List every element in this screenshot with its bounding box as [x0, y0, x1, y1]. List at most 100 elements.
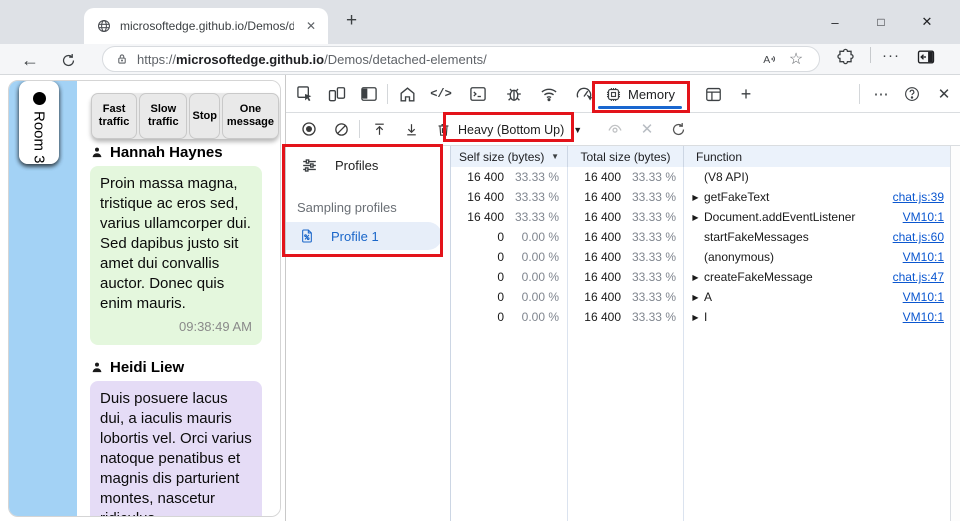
sidebar-toggle-button[interactable] [916, 47, 936, 67]
profile-item-selected[interactable]: Profile 1 [286, 222, 442, 250]
source-link[interactable]: chat.js:60 [893, 230, 944, 244]
load-profile-button[interactable] [368, 118, 390, 140]
tab-welcome-home-icon[interactable] [396, 83, 418, 105]
room-tab[interactable]: Room 3 [19, 81, 59, 164]
svg-text:A: A [763, 54, 770, 66]
clear-profiles-button[interactable] [330, 118, 352, 140]
traffic-button[interactable]: Stop [189, 93, 220, 139]
column-header-total-size[interactable]: Total size (bytes) [568, 146, 684, 167]
expand-arrow-icon[interactable]: ▶ [689, 193, 702, 202]
source-link[interactable]: VM10:1 [903, 250, 944, 264]
total-size-value: 16 400 [584, 310, 621, 324]
profile-data-table: Self size (bytes) ▼ Total size (bytes) F… [450, 146, 950, 521]
table-row[interactable]: 16 400 33.33 % 16 400 33.33 % ▶ Document… [451, 207, 950, 227]
exclude-function-button[interactable]: ✕ [636, 118, 658, 140]
traffic-button[interactable]: One message [221, 93, 279, 139]
sampling-profiles-label: Sampling profiles [297, 200, 397, 215]
tab-performance-gauge-icon[interactable] [573, 83, 595, 105]
table-row[interactable]: 0 0.00 % 16 400 33.33 % ▶ startFakeMessa… [451, 227, 950, 247]
tab-elements-code-icon[interactable]: </> [430, 83, 452, 105]
source-link[interactable]: VM10:1 [903, 310, 944, 324]
toolbar-divider [859, 84, 860, 104]
inspect-button[interactable] [294, 83, 316, 105]
device-emulation-button[interactable] [326, 83, 348, 105]
total-size-percent: 33.33 % [631, 250, 676, 264]
tab-console-icon[interactable] [467, 83, 489, 105]
message-list[interactable]: Hannah Haynes Proin massa magna, tristiq… [90, 143, 277, 516]
tab-application-icon[interactable] [702, 83, 724, 105]
browser-menu-button[interactable]: ··· [874, 47, 908, 64]
table-row[interactable]: 0 0.00 % 16 400 33.33 % ▶ createFakeMess… [451, 267, 950, 287]
favorite-star-button[interactable]: ☆ [783, 49, 809, 69]
read-aloud-button[interactable]: A [757, 50, 783, 68]
self-size-percent: 0.00 % [521, 290, 559, 304]
message-time: 09:38:49 AM [179, 319, 252, 334]
minimize-button[interactable]: – [812, 15, 858, 30]
chat-message: Heidi Liew Duis posuere lacus dui, a iac… [90, 358, 277, 516]
refresh-button[interactable] [55, 47, 81, 73]
devtools-close-button[interactable]: ✕ [933, 83, 955, 105]
read-aloud-icon: A [763, 54, 775, 66]
traffic-button[interactable]: Slow traffic [139, 93, 188, 139]
maximize-button[interactable]: □ [858, 15, 904, 29]
profiles-header[interactable]: Profiles [300, 156, 378, 175]
message-author: Heidi Liew [110, 358, 185, 376]
table-row[interactable]: 0 0.00 % 16 400 33.33 % ▶ I VM10:1 [451, 307, 950, 327]
source-link[interactable]: chat.js:39 [893, 190, 944, 204]
tab-sources-bug-icon[interactable] [503, 83, 525, 105]
expand-arrow-icon[interactable]: ▶ [689, 293, 702, 302]
function-name: A [704, 290, 713, 304]
total-size-value: 16 400 [584, 190, 621, 204]
total-size-percent: 33.33 % [631, 210, 676, 224]
total-size-percent: 33.33 % [631, 270, 676, 284]
toolbar-divider [359, 120, 360, 138]
table-scrollbar[interactable] [950, 146, 960, 521]
table-row[interactable]: 0 0.00 % 16 400 33.33 % ▶ A VM10:1 [451, 287, 950, 307]
save-profile-button[interactable] [400, 118, 422, 140]
column-header-self-size[interactable]: Self size (bytes) ▼ [451, 146, 568, 167]
more-tabs-button[interactable]: + [735, 83, 757, 105]
focus-selected-button[interactable] [604, 118, 626, 140]
total-size-percent: 33.33 % [631, 290, 676, 304]
window-close-button[interactable]: ✕ [904, 14, 950, 30]
column-header-function[interactable]: Function [684, 146, 950, 167]
self-size-percent: 33.33 % [514, 170, 559, 184]
expand-arrow-icon[interactable]: ▶ [689, 213, 702, 222]
table-row[interactable]: 0 0.00 % 16 400 33.33 % ▶ (anonymous) [451, 247, 950, 267]
toolbar-divider [387, 84, 388, 104]
toolbar-divider [870, 47, 871, 63]
tab-title: microsoftedge.github.io/Demos/d [120, 19, 294, 33]
address-bar[interactable]: https://microsoftedge.github.io/Demos/de… [102, 46, 820, 72]
chat-area: Hannah Haynes Proin massa magna, tristiq… [77, 81, 280, 516]
table-header-row: Self size (bytes) ▼ Total size (bytes) F… [451, 146, 950, 167]
total-size-value: 16 400 [584, 230, 621, 244]
table-row[interactable]: 16 400 33.33 % 16 400 33.33 % ▶ (V8 API) [451, 167, 950, 187]
tab-network-wifi-icon[interactable] [538, 83, 560, 105]
source-link[interactable]: VM10:1 [903, 290, 944, 304]
activity-bar-position-button[interactable] [358, 83, 380, 105]
tab-strip: microsoftedge.github.io/Demos/d ✕ + – □ … [0, 0, 960, 44]
self-size-value: 0 [497, 230, 504, 244]
expand-arrow-icon[interactable]: ▶ [689, 273, 702, 282]
new-tab-button[interactable]: + [340, 10, 363, 32]
tab-memory[interactable]: Memory [596, 79, 684, 110]
devtools-help-button[interactable] [901, 83, 923, 105]
source-link[interactable]: chat.js:47 [893, 270, 944, 284]
room-dot-icon [32, 92, 46, 105]
table-row[interactable]: 16 400 33.33 % 16 400 33.33 % ▶ getFakeT… [451, 187, 950, 207]
devtools-more-button[interactable]: ⋯ [870, 83, 892, 105]
traffic-button[interactable]: Fast traffic [91, 93, 138, 139]
profile-view-dropdown[interactable]: Heavy (Bottom Up) ▼ [449, 117, 591, 142]
dropdown-caret-icon: ▼ [573, 124, 583, 135]
self-size-value: 16 400 [467, 190, 504, 204]
browser-tab[interactable]: microsoftedge.github.io/Demos/d ✕ [84, 8, 328, 44]
source-link[interactable]: VM10:1 [903, 210, 944, 224]
profiles-sidebar: Profiles Sampling profiles Profile 1 [286, 146, 450, 521]
expand-arrow-icon[interactable]: ▶ [689, 313, 702, 322]
self-size-percent: 0.00 % [521, 310, 559, 324]
restore-nodes-button[interactable] [667, 118, 689, 140]
tab-close-icon[interactable]: ✕ [302, 17, 320, 35]
back-button[interactable]: ← [17, 47, 43, 73]
extensions-button[interactable] [836, 47, 855, 66]
record-heap-button[interactable] [298, 118, 320, 140]
